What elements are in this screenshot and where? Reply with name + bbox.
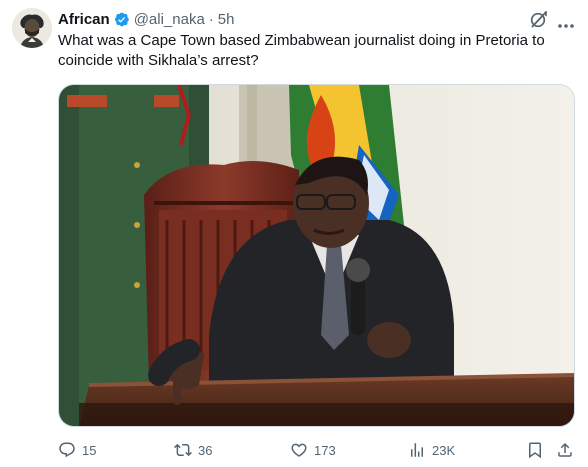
tweet-text: What was a Cape Town based Zimbabwean jo… <box>58 32 545 69</box>
author-handle[interactable]: @ali_naka <box>134 11 205 28</box>
share-button[interactable] <box>556 438 574 462</box>
separator-dot: · <box>208 10 214 28</box>
tweet-media[interactable] <box>58 84 575 427</box>
reply-count: 15 <box>82 442 97 458</box>
reply-button[interactable]: 15 <box>58 438 96 462</box>
views-count: 23K <box>432 442 456 458</box>
reply-icon <box>59 442 75 458</box>
avatar[interactable] <box>12 8 52 48</box>
repost-button[interactable]: 36 <box>174 438 212 462</box>
more-icon[interactable] <box>557 16 575 28</box>
verified-badge-icon <box>113 11 130 28</box>
like-count: 173 <box>314 442 336 458</box>
tweet-header: African @ali_naka · 5h <box>58 9 234 29</box>
views-button[interactable]: 23K <box>408 438 455 462</box>
bookmark-icon <box>529 442 541 459</box>
heart-icon <box>291 443 307 457</box>
grok-icon[interactable] <box>529 9 549 29</box>
like-button[interactable]: 173 <box>290 438 336 462</box>
media-photo <box>59 85 574 426</box>
share-icon <box>558 442 572 457</box>
tweet-timestamp[interactable]: 5h <box>218 11 235 28</box>
tweet-card[interactable]: African @ali_naka · 5h What was a Cape T… <box>0 0 588 467</box>
bookmark-button[interactable] <box>526 438 544 462</box>
author-name[interactable]: African <box>58 11 110 28</box>
views-chart-icon <box>411 443 423 457</box>
repost-count: 36 <box>198 442 213 458</box>
repost-icon <box>174 443 192 457</box>
avatar-illustration <box>12 8 52 48</box>
tweet-actions: 15 36 173 23K <box>58 438 578 462</box>
